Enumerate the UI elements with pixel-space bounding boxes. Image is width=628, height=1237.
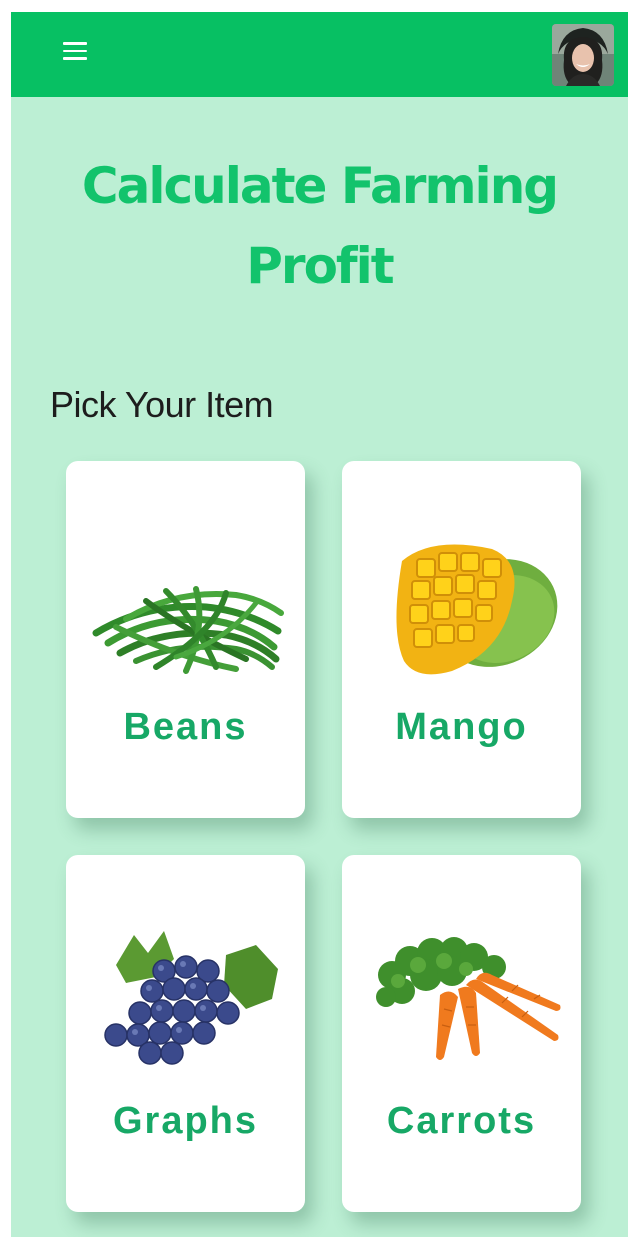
item-card-beans[interactable]: Beans [66,461,305,818]
section-heading: Pick Your Item [50,384,274,425]
item-label: Graphs [112,1100,259,1142]
item-label: Carrots [386,1100,537,1142]
item-label: Beans [123,706,248,748]
avatar[interactable] [552,24,614,86]
item-card-mango[interactable]: Mango [342,461,581,818]
mango-image [396,544,558,675]
top-app-bar [11,12,628,97]
menu-button[interactable] [61,42,91,66]
green-beans-image [92,586,284,674]
carrots-image [376,937,561,1060]
item-card-graphs[interactable]: Graphs [66,855,305,1212]
user-avatar-icon [552,24,614,86]
item-card-carrots[interactable]: Carrots [342,855,581,1212]
item-label: Mango [395,706,528,748]
app-screen: Calculate Farming Profit Pick Your Item … [11,12,628,1237]
grapes-image [104,931,278,1065]
page-title: Calculate Farming Profit [81,157,559,295]
